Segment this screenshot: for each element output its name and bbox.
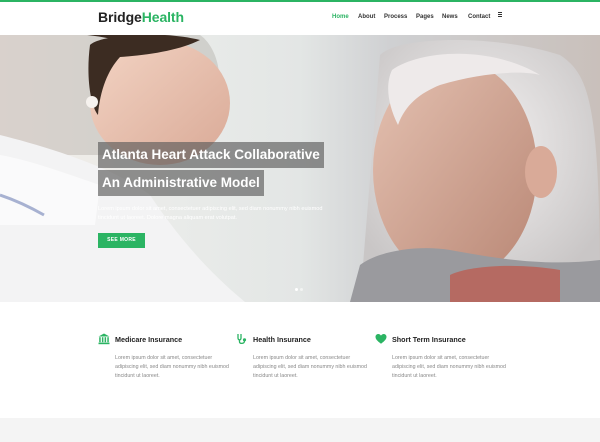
feature-text: Lorem ipsum dolor sit amet, consectetuer… — [392, 355, 506, 379]
feature-text: Lorem ipsum dolor sit amet, consectetuer… — [253, 355, 367, 379]
hamburger-menu-icon[interactable] — [498, 12, 503, 17]
next-section-band — [0, 418, 600, 442]
nav-contact[interactable]: Contact — [468, 14, 490, 20]
bank-icon — [98, 333, 110, 345]
main-nav: Home About Process Pages News Contact — [0, 14, 600, 26]
stethoscope-icon — [237, 334, 247, 345]
nav-home[interactable]: Home — [332, 14, 349, 20]
see-more-button[interactable]: SEE MORE — [98, 233, 145, 248]
feature-title: Health Insurance — [253, 335, 311, 344]
hero-title-line2: An Administrative Model — [98, 170, 264, 196]
feature-title: Short Term Insurance — [392, 335, 466, 344]
hero-title-line1: Atlanta Heart Attack Collaborative — [98, 142, 324, 168]
slider-dots — [295, 288, 307, 292]
feature-text: Lorem ipsum dolor sit amet, consectetuer… — [115, 355, 229, 379]
nav-process[interactable]: Process — [384, 14, 407, 20]
slider-dot-2[interactable] — [300, 288, 303, 291]
features-section: Medicare Insurance Lorem ipsum dolor sit… — [0, 302, 600, 418]
hero-description: Lorem ipsum dolor sit amet, consectetuer… — [98, 206, 323, 221]
site-header: BridgeHealth Home About Process Pages Ne… — [0, 2, 600, 35]
hero-slider: Atlanta Heart Attack Collaborative An Ad… — [0, 35, 600, 302]
heart-icon — [375, 334, 387, 344]
feature-title: Medicare Insurance — [115, 335, 183, 344]
nav-pages[interactable]: Pages — [416, 14, 434, 20]
hero-photo — [0, 35, 600, 302]
nav-about[interactable]: About — [358, 14, 375, 20]
nav-news[interactable]: News — [442, 14, 458, 20]
slider-dot-1[interactable] — [295, 288, 298, 291]
